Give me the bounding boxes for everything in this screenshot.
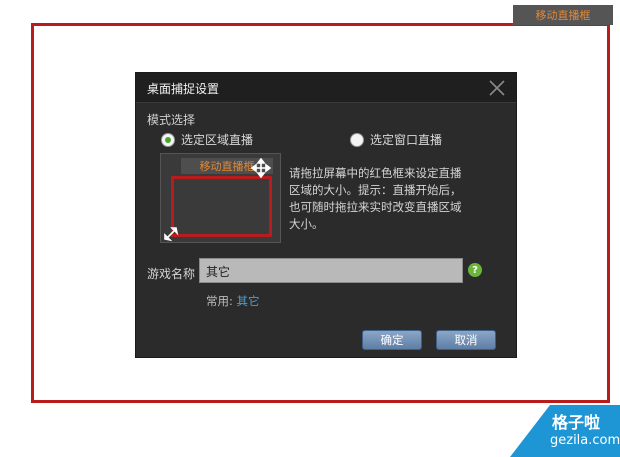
close-icon[interactable] — [488, 79, 506, 97]
game-name-label: 游戏名称 — [147, 267, 196, 281]
radio-select-area[interactable]: 选定区域直播 — [161, 131, 253, 148]
common-label: 常用: — [206, 294, 233, 308]
mode-section-label: 模式选择 — [147, 113, 196, 127]
watermark-en: gezila.com — [550, 433, 620, 448]
radio-dot-checked — [161, 132, 175, 147]
watermark: 格子啦 gezila.com — [510, 405, 620, 457]
hint-text: 请拖拉屏幕中的红色框来设定直播区域的大小。提示：直播开始后，也可随时拖拉来实时改… — [289, 166, 462, 231]
ok-button[interactable]: 确定 — [362, 330, 422, 350]
move-icon — [251, 158, 271, 178]
preview-red-box — [171, 176, 272, 237]
game-name-input[interactable]: 其它 — [199, 258, 463, 283]
dialog-title: 桌面捕捉设置 — [147, 82, 220, 96]
radio-dot-unchecked — [350, 132, 364, 147]
help-icon[interactable]: ? — [468, 263, 482, 277]
cancel-button[interactable]: 取消 — [436, 330, 496, 350]
common-games: 常用: 其它 — [206, 293, 260, 309]
outer-move-tab[interactable]: 移动直播框 — [513, 5, 613, 25]
radio-area-label: 选定区域直播 — [181, 133, 254, 147]
radio-select-window[interactable]: 选定窗口直播 — [350, 131, 442, 148]
common-game-link[interactable]: 其它 — [237, 294, 260, 308]
radio-window-label: 选定窗口直播 — [370, 133, 443, 147]
dialog-titlebar: 桌面捕捉设置 — [136, 73, 516, 103]
watermark-cn: 格子啦 — [552, 413, 601, 432]
resize-icon — [164, 227, 179, 242]
desktop-capture-dialog: 桌面捕捉设置 模式选择 选定区域直播 选定窗口直播 移动直播框 请拖拉屏幕中的红… — [135, 72, 517, 358]
area-preview: 移动直播框 — [160, 153, 281, 243]
